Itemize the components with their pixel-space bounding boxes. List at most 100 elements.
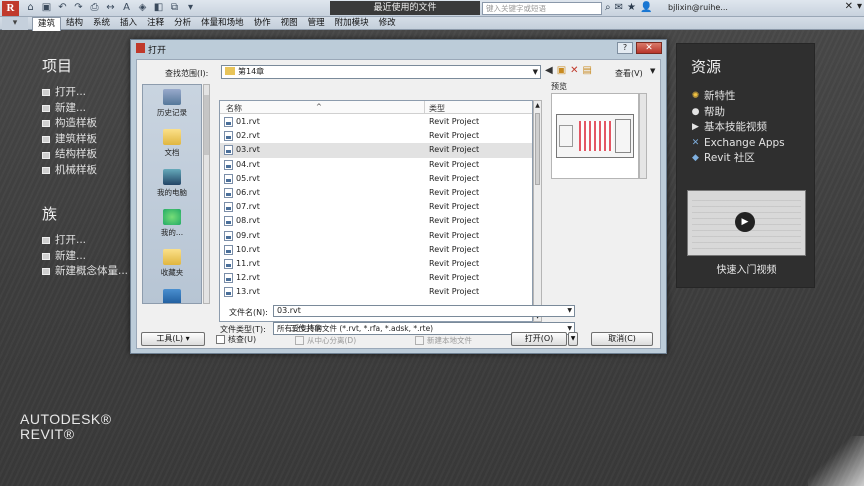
project-new-link[interactable]: 新建...	[42, 101, 97, 117]
history-icon	[163, 89, 181, 105]
help-link[interactable]: ● 帮助	[691, 105, 785, 121]
play-icon[interactable]: ▶	[735, 212, 755, 232]
construction-template-link[interactable]: 构造样板	[42, 116, 97, 132]
tools-button[interactable]: 工具(L) ▾	[141, 332, 205, 346]
qat-dropdown-icon[interactable]: ▾	[184, 2, 197, 14]
file-row[interactable]: 01.rvt Revit Project	[220, 115, 532, 129]
name-column-header[interactable]: 名称	[226, 103, 242, 114]
delete-icon[interactable]: ✕	[570, 65, 578, 77]
file-row[interactable]: 05.rvt Revit Project	[220, 172, 532, 186]
search-icon[interactable]: ⌕	[605, 2, 611, 14]
undo-icon[interactable]: ↶	[56, 2, 69, 14]
file-row[interactable]: 03.rvt Revit Project	[220, 143, 532, 158]
file-row[interactable]: 12.rvt Revit Project	[220, 271, 532, 285]
preview-scrollbar[interactable]	[639, 93, 647, 179]
file-name: 08.rvt	[236, 216, 260, 226]
print-icon[interactable]: ⎙	[88, 2, 101, 14]
search-input[interactable]: 键入关键字或短语	[482, 2, 602, 15]
places-my-computer[interactable]: 我的电脑	[143, 169, 201, 198]
file-row[interactable]: 04.rvt Revit Project	[220, 158, 532, 172]
section-icon[interactable]: ◧	[152, 2, 165, 14]
tab-collaborate[interactable]: 协作	[249, 17, 276, 31]
type-column-header[interactable]: 类型	[429, 103, 445, 114]
family-open-link[interactable]: 打开...	[42, 233, 128, 249]
3d-view-icon[interactable]: ◈	[136, 2, 149, 14]
scroll-up-icon[interactable]: ▲	[534, 102, 541, 109]
file-row[interactable]: 09.rvt Revit Project	[220, 229, 532, 243]
chevron-down-icon[interactable]: ▼	[567, 306, 572, 316]
back-icon[interactable]: ◀	[545, 65, 553, 77]
subscription-icon[interactable]: ✉	[615, 2, 623, 14]
communication-icon[interactable]: ★	[627, 2, 636, 14]
quick-start-video-thumbnail[interactable]: ▶	[687, 190, 806, 256]
tab-manage[interactable]: 管理	[303, 17, 330, 31]
file-row[interactable]: 07.rvt Revit Project	[220, 200, 532, 214]
file-row[interactable]: 13.rvt Revit Project	[220, 285, 532, 299]
text-icon[interactable]: A	[120, 2, 133, 14]
exchange-close-icon[interactable]: ✕	[845, 1, 853, 12]
places-history[interactable]: 历史记录	[143, 89, 201, 118]
file-type: Revit Project	[429, 202, 480, 212]
open-button[interactable]: 打开(O)	[511, 332, 567, 346]
new-conceptual-mass-link[interactable]: 新建概念体量...	[42, 264, 128, 280]
file-list-scrollbar[interactable]: ▲ ▼	[533, 100, 542, 322]
revit-logo-button[interactable]: R	[2, 1, 19, 16]
file-name: 10.rvt	[236, 244, 260, 254]
username[interactable]: bjlixin@ruihe...	[668, 3, 728, 12]
tab-analyze[interactable]: 分析	[169, 17, 196, 31]
open-icon[interactable]: ⌂	[24, 2, 37, 14]
places-network[interactable]: 我的...	[143, 209, 201, 238]
family-new-link[interactable]: 新建...	[42, 249, 128, 265]
view-menu[interactable]: 查看(V)	[615, 68, 643, 79]
tab-architecture[interactable]: 建筑	[32, 17, 62, 31]
tab-systems[interactable]: 系统	[88, 17, 115, 31]
exchange-apps-link[interactable]: ✕ Exchange Apps	[691, 136, 785, 152]
new-folder-icon[interactable]: ▤	[583, 65, 592, 77]
file-row[interactable]: 11.rvt Revit Project	[220, 257, 532, 271]
file-name: 06.rvt	[236, 187, 260, 197]
open-options-dropdown[interactable]: ▼	[568, 332, 578, 346]
save-icon[interactable]: ▣	[40, 2, 53, 14]
tab-insert[interactable]: 插入	[115, 17, 142, 31]
places-desktop[interactable]	[143, 289, 201, 303]
architectural-template-link[interactable]: 建筑样板	[42, 132, 97, 148]
file-row[interactable]: 08.rvt Revit Project	[220, 214, 532, 228]
checkbox[interactable]	[216, 335, 225, 344]
look-in-dropdown[interactable]: 第14章 ▼	[221, 65, 541, 79]
tab-annotate[interactable]: 注释	[142, 17, 169, 31]
whats-new-link[interactable]: ✺ 新特性	[691, 89, 785, 105]
tab-modify[interactable]: 修改	[374, 17, 401, 31]
file-row[interactable]: 02.rvt Revit Project	[220, 129, 532, 143]
look-in-label: 查找范围(I):	[165, 69, 209, 78]
file-row[interactable]: 06.rvt Revit Project	[220, 186, 532, 200]
project-open-link[interactable]: 打开...	[42, 85, 97, 101]
help-button[interactable]: ?	[617, 42, 633, 54]
mechanical-template-link[interactable]: 机械样板	[42, 163, 97, 179]
dialog-title-bar[interactable]: 打开 ? ✕	[131, 40, 666, 57]
measure-icon[interactable]: ↔	[104, 2, 117, 14]
tab-view[interactable]: 视图	[276, 17, 303, 31]
chevron-down-icon[interactable]: ▼	[650, 67, 655, 75]
revit-community-link[interactable]: ◆ Revit 社区	[691, 151, 785, 167]
close-windows-icon[interactable]: ⧉	[168, 2, 181, 14]
quick-start-video-label[interactable]: 快速入门视频	[677, 261, 816, 276]
up-folder-icon[interactable]: ▣	[557, 65, 566, 77]
verify-checkbox[interactable]: 核查(U)	[216, 334, 256, 345]
app-menu-button[interactable]: ▾	[2, 17, 28, 30]
file-type: Revit Project	[429, 159, 480, 169]
places-documents[interactable]: 文档	[143, 129, 201, 158]
tab-massing-site[interactable]: 体量和场地	[196, 17, 249, 31]
cancel-button[interactable]: 取消(C)	[591, 332, 653, 346]
file-name-field[interactable]: 03.rvt ▼	[273, 305, 575, 317]
places-scrollbar[interactable]	[203, 84, 210, 304]
structural-template-link[interactable]: 结构样板	[42, 147, 97, 163]
help-dropdown-icon[interactable]: ▾	[857, 1, 862, 12]
places-favorites[interactable]: 收藏夹	[143, 249, 201, 278]
tab-structure[interactable]: 结构	[61, 17, 88, 31]
file-row[interactable]: 10.rvt Revit Project	[220, 243, 532, 257]
close-button[interactable]: ✕	[636, 42, 662, 54]
essential-skills-link[interactable]: ▶ 基本技能视频	[691, 120, 785, 136]
user-icon[interactable]: 👤	[640, 2, 652, 14]
redo-icon[interactable]: ↷	[72, 2, 85, 14]
tab-addins[interactable]: 附加模块	[330, 17, 374, 31]
